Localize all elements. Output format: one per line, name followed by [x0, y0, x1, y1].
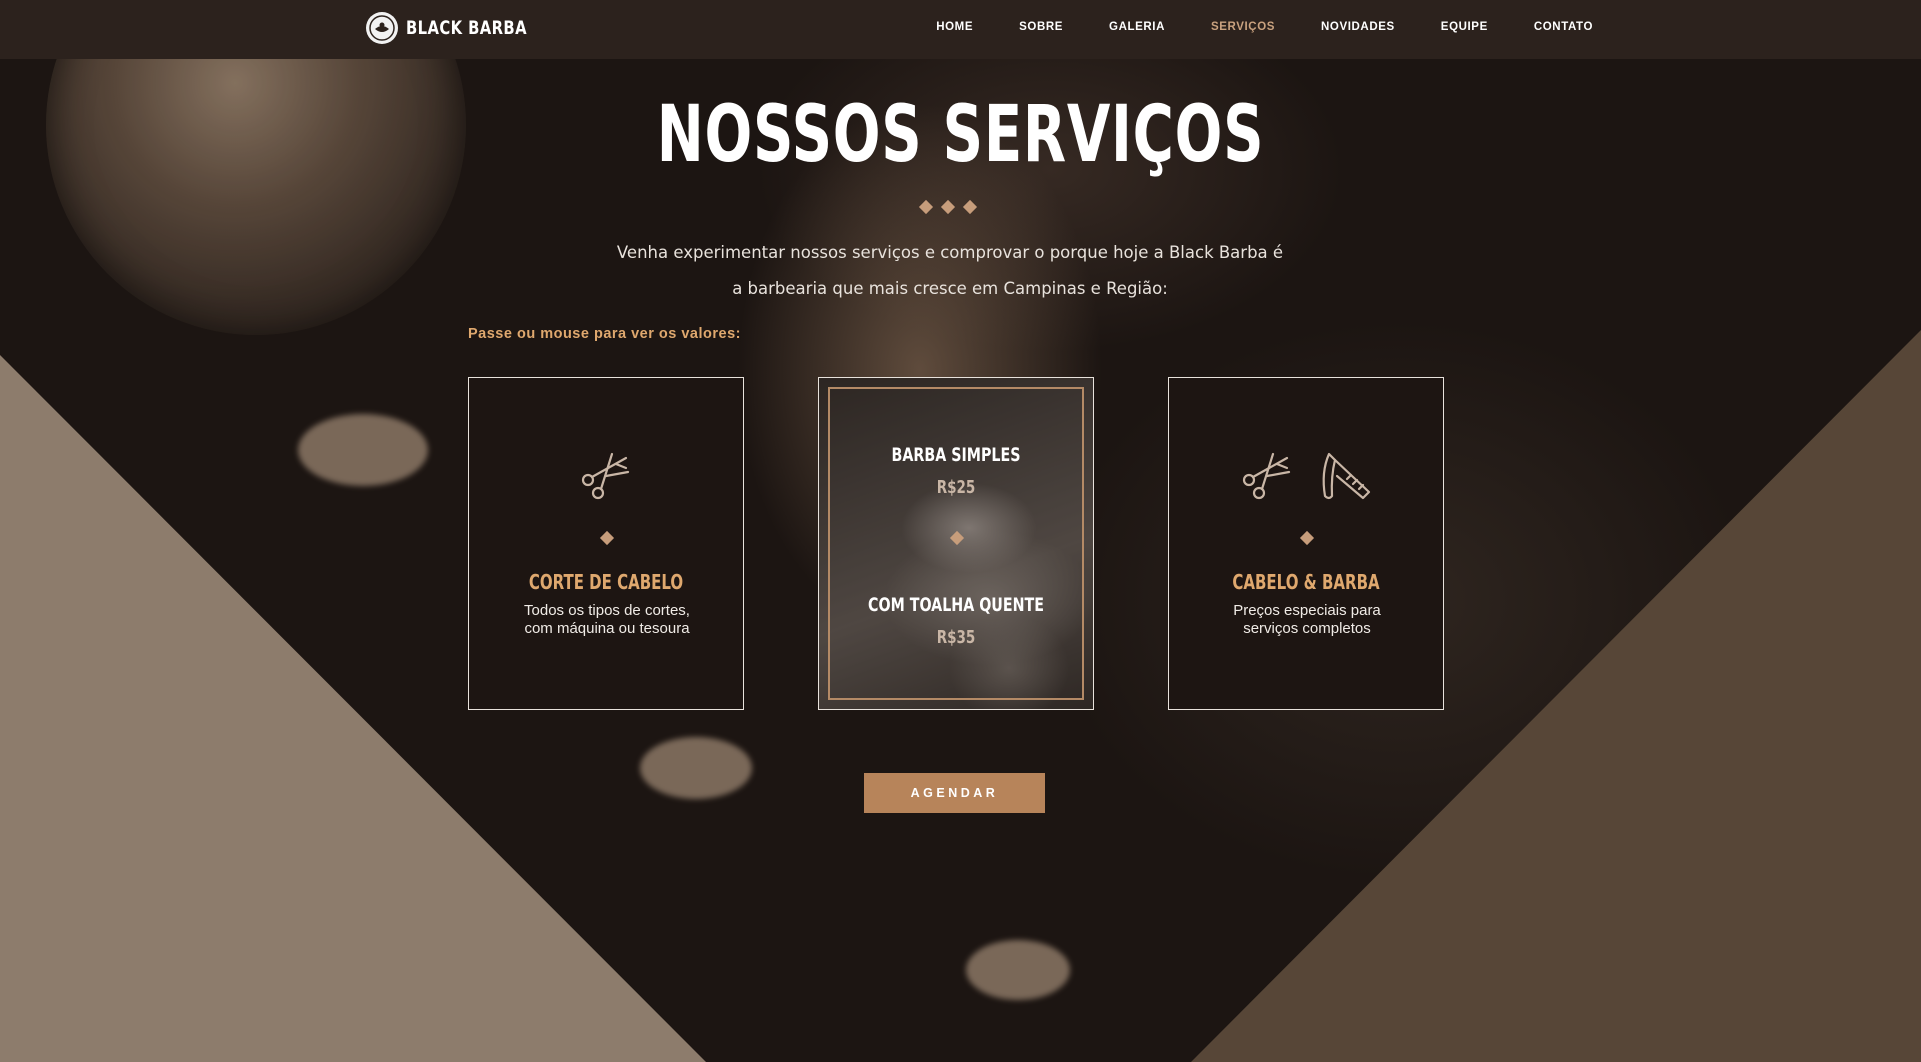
card-icon-wrap	[469, 446, 743, 506]
nav-sobre[interactable]: SOBRE	[1019, 21, 1063, 33]
agendar-button[interactable]: AGENDAR	[864, 773, 1045, 813]
services-section: NOSSOS SERVIÇOS Venha experimentar nosso…	[0, 0, 1921, 1062]
diamond-icon	[1299, 530, 1315, 546]
nav-menu: HOME SOBRE GALERIA SERVIÇOS NOVIDADES EQ…	[936, 21, 1593, 33]
diamond-icon	[962, 199, 978, 215]
card-description: Preços especiais para serviços completos	[1199, 602, 1415, 638]
diamond-icon	[940, 199, 956, 215]
price-name: BARBA SIMPLES	[891, 444, 1021, 466]
page-title: NOSSOS SERVIÇOS	[656, 90, 1265, 180]
logo[interactable]: BLACK BARBA	[366, 12, 561, 44]
service-card-barba[interactable]: BARBA SIMPLES R$25 COM TOALHA QUENTE R$3…	[818, 377, 1094, 710]
logo-badge-icon	[366, 12, 398, 44]
nav-novidades[interactable]: NOVIDADES	[1321, 21, 1395, 33]
nav-equipe[interactable]: EQUIPE	[1441, 21, 1488, 33]
service-card-corte[interactable]: CORTE DE CABELO Todos os tipos de cortes…	[468, 377, 744, 710]
navbar: BLACK BARBA HOME SOBRE GALERIA SERVIÇOS …	[0, 0, 1921, 59]
section-description: Venha experimentar nossos serviços e com…	[560, 235, 1340, 307]
description-line: a barbearia que mais cresce em Campinas …	[732, 279, 1168, 298]
card-desc-line: serviços completos	[1243, 620, 1371, 637]
diamond-icon	[599, 530, 615, 546]
hover-hint: Passe ou mouse para ver os valores:	[468, 326, 741, 342]
card-desc-line: Preços especiais para	[1233, 602, 1381, 619]
scissors-icon	[581, 452, 630, 500]
card-icon-wrap	[1169, 446, 1443, 506]
card-desc-line: com máquina ou tesoura	[524, 620, 690, 637]
price-name: COM TOALHA QUENTE	[868, 594, 1044, 616]
scissors-icon	[1242, 452, 1291, 500]
nav-contato[interactable]: CONTATO	[1534, 21, 1593, 33]
card-description: Todos os tipos de cortes, com máquina ou…	[499, 602, 715, 638]
logo-text: BLACK BARBA	[406, 17, 527, 39]
price-value: R$35	[936, 627, 976, 648]
card-desc-line: Todos os tipos de cortes,	[524, 602, 690, 619]
card-title: CORTE DE CABELO	[528, 570, 684, 594]
price-value: R$25	[936, 477, 976, 498]
nav-galeria[interactable]: GALERIA	[1109, 21, 1165, 33]
diamond-icon	[918, 199, 934, 215]
razor-icon	[1322, 452, 1371, 500]
card-title: CABELO & BARBA	[1232, 570, 1380, 594]
nav-servicos[interactable]: SERVIÇOS	[1211, 21, 1275, 33]
description-line: Venha experimentar nossos serviços e com…	[616, 243, 1284, 262]
service-card-combo[interactable]: CABELO & BARBA Preços especiais para ser…	[1168, 377, 1444, 710]
nav-home[interactable]: HOME	[936, 21, 973, 33]
title-divider	[918, 199, 978, 215]
